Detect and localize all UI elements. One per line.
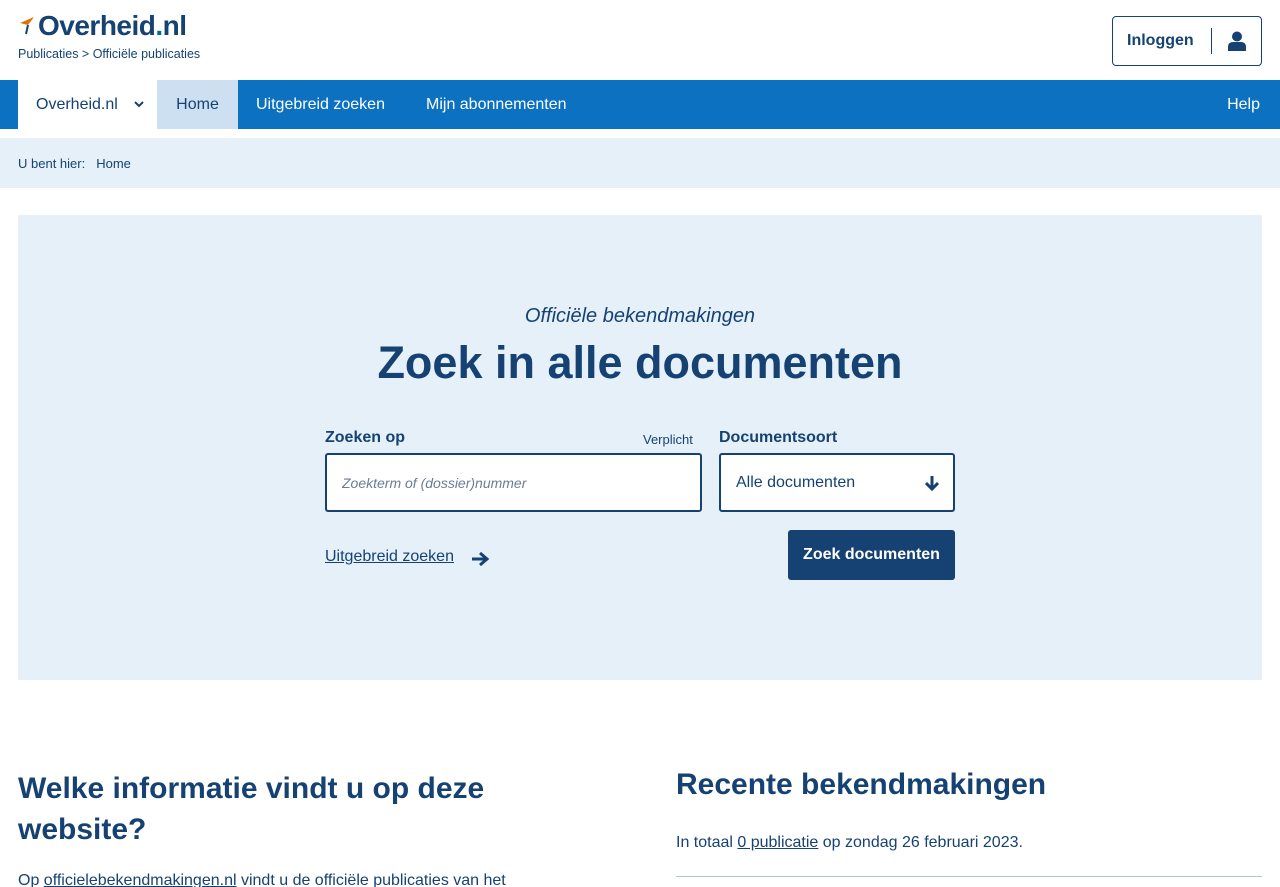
nav-home[interactable]: Home	[157, 80, 238, 129]
breadcrumb-home[interactable]: Home	[96, 156, 131, 171]
required-indicator: Verplicht	[643, 432, 693, 447]
logo-suffix: nl	[162, 10, 187, 41]
search-kicker: Officiële bekendmakingen	[524, 305, 756, 327]
recent-section-title: Recente bekendmakingen	[676, 768, 1047, 801]
search-submit-button[interactable]: Zoek documenten	[788, 530, 955, 580]
nav-help-label: Help	[1227, 95, 1260, 113]
logo-flag-icon	[20, 17, 34, 35]
login-label: Inloggen	[1127, 32, 1194, 49]
site-header: Overheid. nl Publicaties > Officiële publ…	[0, 0, 1280, 80]
info-section-title: Welke informatie vindt u op deze website…	[18, 772, 485, 846]
logo-text: Overheid	[38, 10, 156, 41]
recent-prefix: In totaal	[676, 834, 738, 851]
main-navigation: Overheid.nl Home Uitgebreid zoeken Mijn …	[0, 80, 1280, 129]
document-type-value: Alle documenten	[736, 473, 856, 491]
info-section-text: Op officielebekendmakingen.nl vindt u de…	[18, 872, 558, 887]
document-type-select[interactable]: Alle documenten	[719, 453, 955, 512]
nav-uitgebreid-label: Uitgebreid zoeken	[256, 95, 385, 113]
nav-overheid-label: Overheid.nl	[36, 95, 118, 113]
logo-subtitle: Publicaties > Officiële publicaties	[18, 47, 201, 61]
search-input[interactable]	[325, 453, 702, 512]
arrow-down-icon	[925, 476, 939, 491]
logo-dot: .	[155, 10, 163, 41]
recent-count-link[interactable]: 0 publicatie	[737, 834, 818, 851]
arrow-right-icon	[471, 551, 490, 567]
recent-divider	[676, 876, 1262, 877]
info-text-prefix: Op	[18, 872, 44, 887]
advanced-search-label: Uitgebreid zoeken	[325, 548, 454, 565]
login-button[interactable]: Inloggen	[1112, 16, 1262, 66]
recent-suffix: op zondag 26 februari 2023.	[818, 834, 1023, 851]
chevron-down-icon	[134, 101, 144, 108]
search-field-label: Zoeken op	[325, 429, 406, 446]
breadcrumb: U bent hier: Home	[0, 138, 1280, 188]
nav-overheid-dropdown[interactable]: Overheid.nl	[18, 80, 157, 129]
nav-home-label: Home	[176, 95, 219, 113]
logo-wordmark: Overheid. nl	[18, 10, 187, 42]
search-panel: Officiële bekendmakingen Zoek in alle do…	[18, 215, 1262, 680]
user-icon	[1212, 31, 1261, 51]
nav-help[interactable]: Help	[1227, 80, 1260, 129]
overheid-logo[interactable]: Overheid. nl Publicaties > Officiële publ…	[18, 10, 200, 61]
info-text-suffix: vindt u de officiële publicaties van het	[236, 872, 506, 887]
recent-summary: In totaal 0 publicatie op zondag 26 febr…	[676, 834, 1023, 852]
nav-abonnementen-label: Mijn abonnementen	[426, 95, 567, 113]
advanced-search-link[interactable]: Uitgebreid zoeken	[325, 546, 490, 568]
breadcrumb-prefix: U bent hier:	[18, 155, 86, 171]
nav-mijn-abonnementen[interactable]: Mijn abonnementen	[426, 80, 567, 129]
document-type-label: Documentsoort	[719, 429, 838, 446]
info-site-link[interactable]: officielebekendmakingen.nl	[44, 872, 237, 887]
nav-uitgebreid-zoeken[interactable]: Uitgebreid zoeken	[256, 80, 385, 129]
page-title: Zoek in alle documenten	[377, 337, 903, 388]
